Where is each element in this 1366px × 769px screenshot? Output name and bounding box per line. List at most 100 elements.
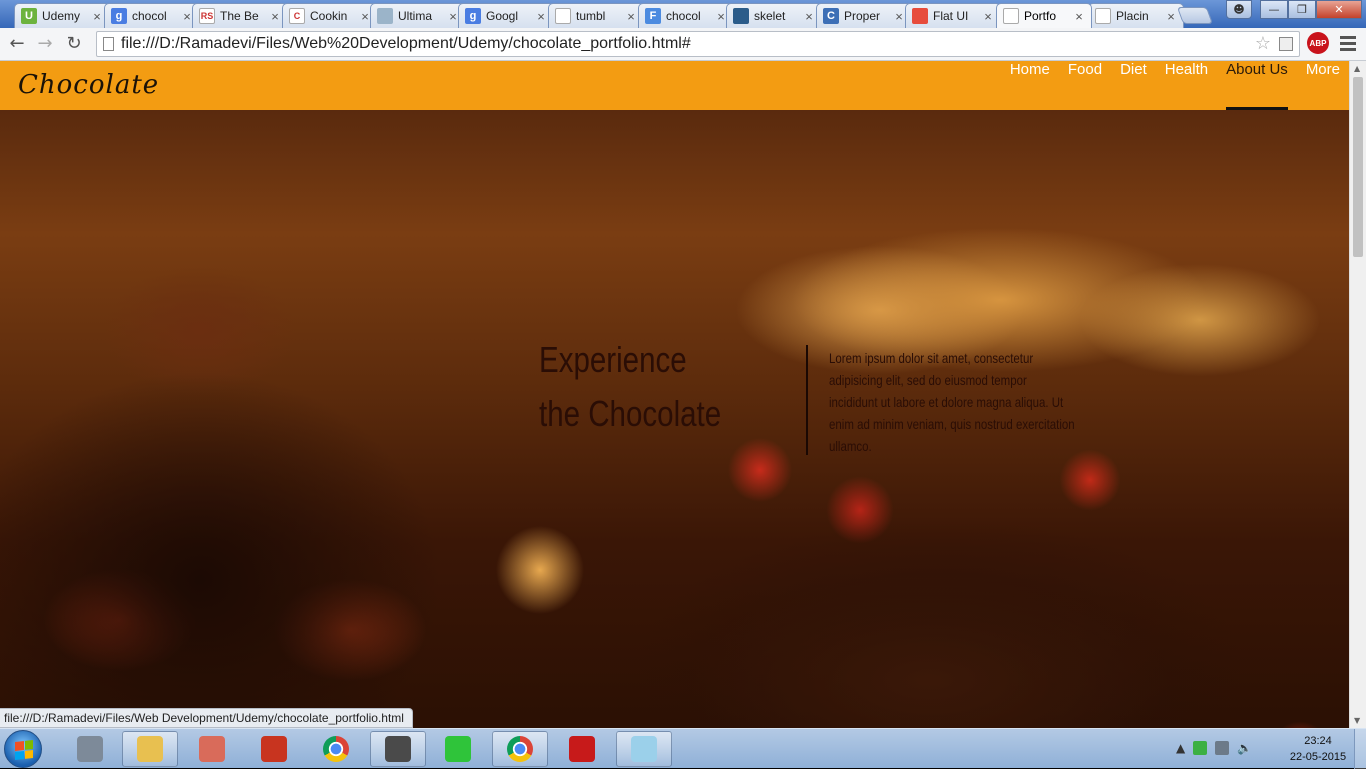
browser-toolbar: ← → ↻ file:///D:/Ramadevi/Files/Web%20De… bbox=[0, 28, 1366, 61]
taskbar-app-button[interactable] bbox=[184, 731, 240, 767]
tab-title: Placin bbox=[1116, 9, 1149, 23]
browser-tab[interactable]: Flat UI × bbox=[905, 3, 1001, 28]
file-explorer-icon bbox=[137, 736, 163, 762]
bookmark-star-icon[interactable]: ☆ bbox=[1255, 33, 1271, 54]
scroll-down-arrow-icon[interactable]: ▼ bbox=[1354, 716, 1360, 725]
new-tab-button[interactable] bbox=[1176, 7, 1214, 24]
f-icon: F bbox=[645, 8, 661, 24]
browser-tab[interactable]: C Cookin × bbox=[282, 3, 378, 28]
clock-time: 23:24 bbox=[1304, 735, 1332, 747]
windows-taskbar: ▲ 🔈 23:24 22-05-2015 bbox=[0, 728, 1366, 769]
taskbar-app-button[interactable] bbox=[616, 731, 672, 767]
browser-tab[interactable]: U Udemy × bbox=[14, 3, 110, 28]
explorer-utility-icon bbox=[77, 736, 103, 762]
google-icon: g bbox=[465, 8, 481, 24]
hero-divider bbox=[806, 345, 808, 455]
close-window-button[interactable]: ✕ bbox=[1316, 0, 1362, 19]
tab-title: Udemy bbox=[42, 9, 81, 23]
site-logo[interactable]: Chocolate bbox=[18, 70, 159, 100]
window-controls: ☻ — ❐ ✕ bbox=[1226, 0, 1362, 19]
rs-icon: RS bbox=[199, 8, 215, 24]
hero-text: Lorem ipsum dolor sit amet, consectetur … bbox=[829, 350, 1075, 454]
browser-tab[interactable]: Fchocol × bbox=[638, 3, 734, 28]
scroll-up-arrow-icon[interactable]: ▲ bbox=[1354, 64, 1360, 73]
power-icon[interactable] bbox=[1215, 741, 1230, 755]
close-tab-icon[interactable]: × bbox=[803, 9, 815, 24]
reload-button[interactable]: ↻ bbox=[63, 33, 85, 55]
page-icon bbox=[555, 8, 571, 24]
vector-app-icon bbox=[199, 736, 225, 762]
tab-title: chocol bbox=[666, 9, 701, 23]
taskbar-app-button[interactable] bbox=[554, 731, 610, 767]
emu8086-icon bbox=[445, 736, 471, 762]
tab-title: The Be bbox=[220, 9, 259, 23]
page-action-icon[interactable] bbox=[1279, 37, 1293, 51]
site-navbar: Chocolate Home Food Diet Health About Us More bbox=[0, 61, 1349, 110]
browser-tab[interactable]: g Googl × bbox=[458, 3, 554, 28]
scrollbar-thumb[interactable] bbox=[1353, 77, 1363, 257]
taskbar-app-button[interactable] bbox=[370, 731, 426, 767]
nav-link-home[interactable]: Home bbox=[1001, 61, 1059, 110]
site-nav-links: Home Food Diet Health About Us More bbox=[1001, 61, 1349, 110]
browser-tab[interactable]: skelet × bbox=[726, 3, 822, 28]
tab-title: Ultima bbox=[398, 9, 433, 23]
grid-icon bbox=[733, 8, 749, 24]
tray-app-icon[interactable] bbox=[1193, 741, 1208, 755]
tab-title: Flat UI bbox=[933, 9, 969, 23]
chrome-icon bbox=[507, 736, 533, 762]
start-button[interactable] bbox=[4, 730, 42, 768]
nav-link-food[interactable]: Food bbox=[1059, 61, 1111, 110]
show-hidden-icons-icon[interactable]: ▲ bbox=[1176, 741, 1185, 755]
close-tab-icon[interactable]: × bbox=[1165, 9, 1177, 24]
system-tray: ▲ 🔈 bbox=[1176, 741, 1252, 755]
address-bar[interactable]: file:///D:/Ramadevi/Files/Web%20Developm… bbox=[96, 31, 1300, 57]
hero-title: Experience the Chocolate bbox=[539, 339, 722, 434]
taskbar-app-button[interactable] bbox=[122, 731, 178, 767]
maximize-button[interactable]: ❐ bbox=[1288, 0, 1316, 19]
nav-link-more[interactable]: More bbox=[1297, 61, 1349, 110]
close-tab-icon[interactable]: × bbox=[893, 9, 905, 24]
minimize-button[interactable]: — bbox=[1260, 0, 1288, 19]
close-tab-icon[interactable]: × bbox=[625, 9, 637, 24]
address-bar-url[interactable]: file:///D:/Ramadevi/Files/Web%20Developm… bbox=[121, 35, 691, 53]
page-icon bbox=[103, 37, 114, 51]
udemy-icon: U bbox=[21, 8, 37, 24]
ccleaner-icon bbox=[261, 736, 287, 762]
show-desktop-button[interactable] bbox=[1354, 729, 1366, 769]
close-tab-icon[interactable]: × bbox=[535, 9, 547, 24]
adblock-plus-icon[interactable]: ABP bbox=[1307, 32, 1329, 54]
page-viewport: Chocolate Home Food Diet Health About Us More… bbox=[0, 61, 1349, 728]
browser-tab[interactable]: Ultima × bbox=[370, 3, 466, 28]
tab-title: Portfo bbox=[1024, 9, 1057, 23]
taskbar-app-button[interactable] bbox=[246, 731, 302, 767]
browser-tab[interactable]: g chocol × bbox=[104, 3, 200, 28]
browser-tab[interactable]: Portfo × bbox=[996, 3, 1092, 28]
browser-tab[interactable]: Placin × bbox=[1088, 3, 1184, 28]
taskbar-app-button[interactable] bbox=[492, 731, 548, 767]
close-tab-icon[interactable]: × bbox=[269, 9, 281, 24]
nav-link-diet[interactable]: Diet bbox=[1111, 61, 1156, 110]
taskbar-app-button[interactable] bbox=[62, 731, 118, 767]
globe-icon bbox=[377, 8, 393, 24]
nav-link-health[interactable]: Health bbox=[1156, 61, 1217, 110]
vertical-scrollbar[interactable]: ▲ ▼ bbox=[1349, 61, 1366, 728]
nav-link-about-us[interactable]: About Us bbox=[1217, 61, 1297, 110]
close-tab-icon[interactable]: × bbox=[1073, 9, 1085, 24]
close-tab-icon[interactable]: × bbox=[91, 9, 103, 24]
volume-icon[interactable]: 🔈 bbox=[1237, 741, 1252, 755]
close-tab-icon[interactable]: × bbox=[982, 9, 994, 24]
forward-button[interactable]: → bbox=[34, 33, 56, 55]
taskbar-clock[interactable]: 23:24 22-05-2015 bbox=[1288, 733, 1348, 765]
css-icon: C bbox=[823, 8, 839, 24]
google-icon: g bbox=[111, 8, 127, 24]
chrome-menu-icon[interactable] bbox=[1340, 36, 1356, 54]
tab-title: chocol bbox=[132, 9, 167, 23]
user-profile-button[interactable]: ☻ bbox=[1226, 0, 1252, 19]
browser-tab[interactable]: C Proper × bbox=[816, 3, 912, 28]
browser-tab[interactable]: tumbl × bbox=[548, 3, 644, 28]
taskbar-app-button[interactable] bbox=[308, 731, 364, 767]
back-button[interactable]: ← bbox=[6, 33, 28, 55]
browser-tab[interactable]: RS The Be × bbox=[192, 3, 288, 28]
linux-icon bbox=[1095, 8, 1111, 24]
taskbar-app-button[interactable] bbox=[430, 731, 486, 767]
